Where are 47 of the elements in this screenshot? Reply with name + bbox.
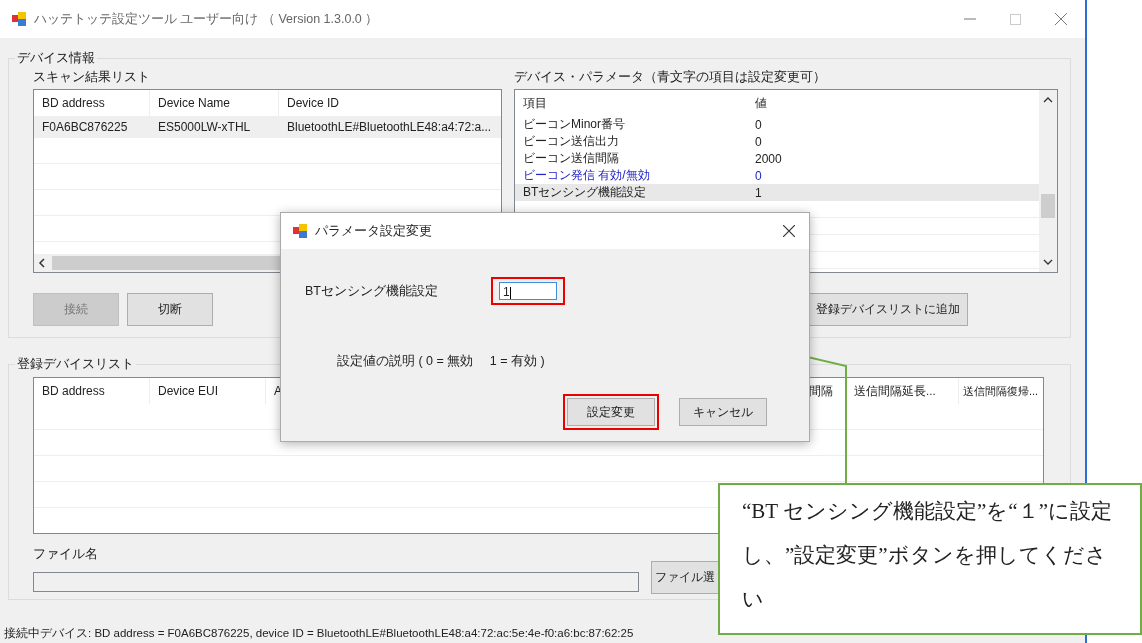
column-header[interactable]: 値: [747, 94, 947, 112]
callout-text: “BT センシング機能設定”を“１”に設定し、”設定変更”ボタンを押してください: [718, 483, 1142, 635]
table-cell-text: ビーコン送信間隔: [522, 150, 620, 167]
file-select-button[interactable]: ファイル選: [651, 561, 719, 594]
group-label: デバイス情報: [15, 50, 97, 67]
table-cell-text: ビーコンMinor番号: [522, 116, 626, 133]
scroll-left-icon[interactable]: [38, 258, 46, 268]
apply-button[interactable]: 設定変更: [567, 398, 655, 426]
scroll-down-icon[interactable]: [1043, 258, 1053, 266]
table-cell-text: 0: [754, 134, 763, 149]
list-row[interactable]: ビーコン発信 有効/無効 0: [515, 167, 1039, 184]
group-label: 登録デバイスリスト: [15, 356, 136, 373]
table-cell-text: 0: [754, 168, 763, 183]
app-icon: [12, 12, 26, 26]
table-cell-text: 1: [754, 185, 763, 200]
list-label: デバイス・パラメータ（青文字の項目は設定変更可）: [514, 69, 827, 86]
dialog-title: パラメータ設定変更: [315, 222, 432, 240]
scrollbar[interactable]: [1039, 90, 1057, 272]
close-icon[interactable]: [783, 225, 795, 237]
column-header[interactable]: 項目: [515, 94, 747, 112]
status-text: 接続中デバイス: BD address = F0A6BC876225, device ID = BluetoothLE#BluetoothLE48:a4:72:ac:5e:4e-f0:a6:bc:87:62:25: [4, 626, 635, 641]
list-row[interactable]: BTセンシング機能設定 1: [515, 184, 1039, 201]
file-name-field[interactable]: [33, 571, 639, 592]
list-label: スキャン結果リスト: [33, 69, 151, 86]
field-label: ファイル名: [33, 546, 98, 563]
list-row[interactable]: ビーコン送信間隔 2000: [515, 150, 1039, 167]
list-row[interactable]: F0A6BC876225 ES5000LW-xTHL BluetoothLE#BluetoothLE48:a4:72:a...: [34, 116, 501, 138]
button[interactable]: 切断: [127, 293, 213, 326]
list-row[interactable]: ビーコン送信出力 0: [515, 133, 1039, 150]
table-cell-text: 2000: [754, 151, 783, 166]
column-header[interactable]: 送信間隔復帰...: [959, 378, 1043, 404]
scroll-thumb[interactable]: [1041, 194, 1055, 218]
field-label: BTセンシング機能設定: [305, 282, 439, 300]
table-cell-text: BTセンシング機能設定: [522, 184, 648, 201]
table-cell-text: 0: [754, 117, 763, 132]
input-field[interactable]: 1: [499, 282, 557, 300]
cancel-button[interactable]: キャンセル: [679, 398, 767, 426]
add-to-list-button[interactable]: 登録デバイスリストに追加: [808, 293, 968, 326]
list-row[interactable]: ビーコンMinor番号 0: [515, 116, 1039, 133]
column-header[interactable]: Device ID: [279, 90, 501, 116]
maximize-icon[interactable]: [1010, 13, 1021, 25]
app-icon: [293, 224, 307, 238]
scroll-up-icon[interactable]: [1043, 96, 1053, 104]
window-title: ハッテトッテ設定ツール ユーザー向け （ Version 1.3.0.0 ）: [34, 10, 379, 28]
description-text: 設定値の説明 ( 0 = 無効 1 = 有効 ): [337, 353, 546, 370]
table-cell-text: ビーコン送信出力: [522, 133, 620, 150]
table-cell-text: ビーコン発信 有効/無効: [522, 167, 651, 184]
